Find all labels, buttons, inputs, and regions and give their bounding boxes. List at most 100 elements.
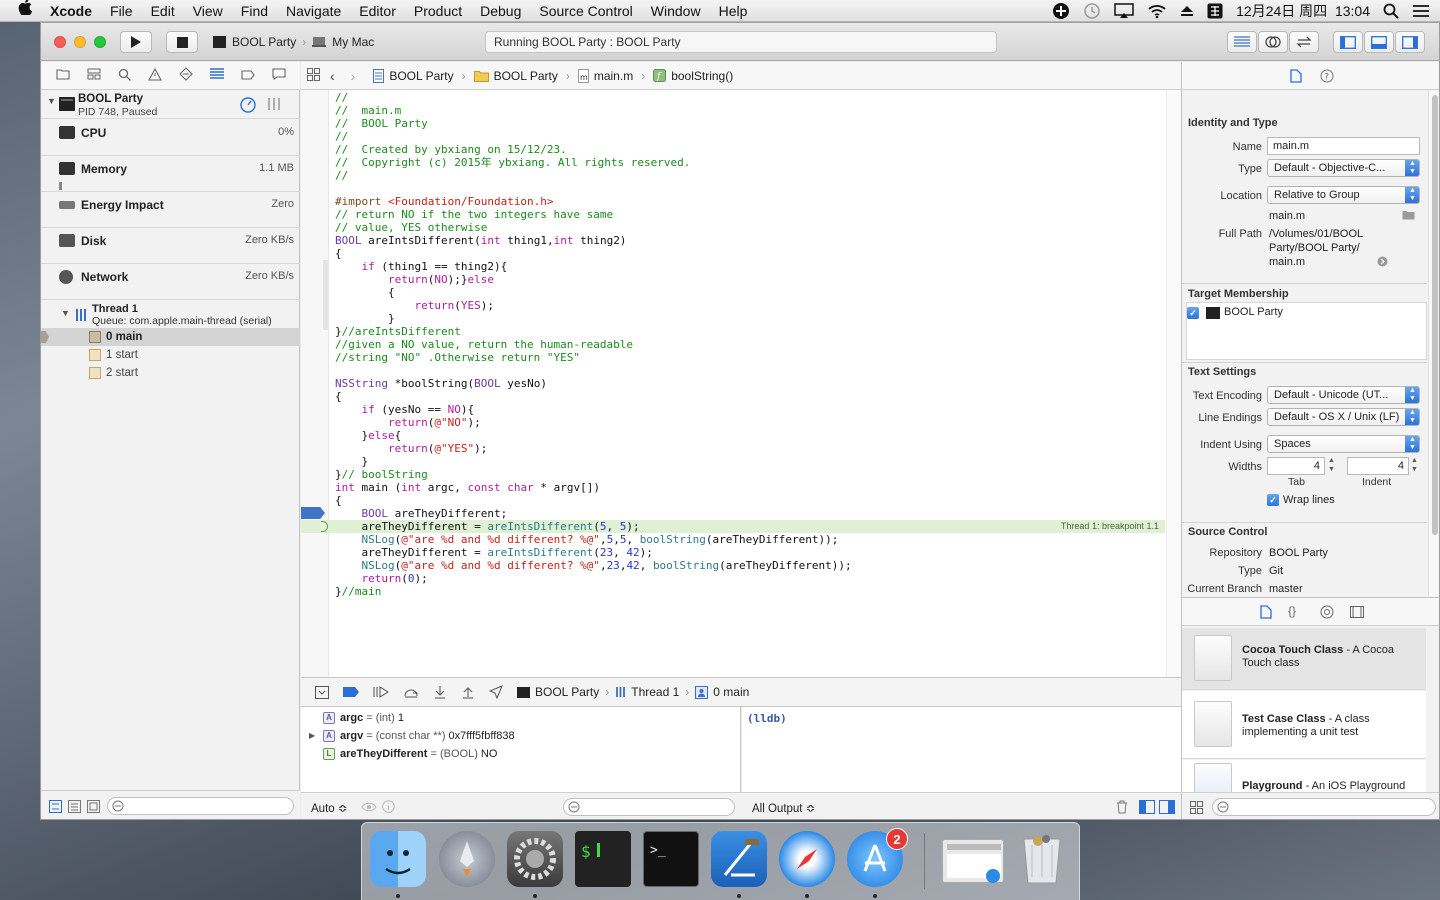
quick-help-icon[interactable]: ? [1320, 69, 1334, 83]
code-line[interactable]: // BOOL Party [335, 117, 852, 130]
toggle-debug-area-button[interactable] [1364, 31, 1394, 53]
grid-view-icon[interactable] [1190, 801, 1203, 814]
object-library-icon[interactable] [1320, 605, 1334, 619]
breakpoint-marker[interactable] [301, 507, 325, 519]
console-output-popup[interactable]: All Output ≎ [752, 801, 815, 815]
variable-row[interactable]: ▶ A argv = (const char **) 0x7fff5fbff83… [301, 727, 741, 745]
eye-icon[interactable] [361, 801, 377, 813]
code-line[interactable]: ​ [335, 182, 852, 195]
filter-queues-icon[interactable] [68, 800, 81, 813]
stop-button[interactable] [166, 31, 198, 53]
menu-edit[interactable]: Edit [142, 0, 184, 22]
console-view[interactable]: (lldb) [742, 707, 1181, 792]
step-out-icon[interactable] [461, 685, 475, 699]
location-popup[interactable]: Relative to Group ▲ ▼ [1267, 186, 1420, 204]
breakpoints-toggle-icon[interactable] [343, 687, 359, 697]
menu-xcode[interactable]: Xcode [41, 0, 101, 22]
variables-view[interactable]: A argc = (int) 1 ▶ A argv = (const char … [301, 707, 741, 792]
code-line[interactable]: #import <Foundation/Foundation.h> [335, 195, 852, 208]
indent-using-popup[interactable]: Spaces ▲ ▼ [1267, 435, 1420, 453]
target-checkbox[interactable]: ✓ [1187, 307, 1199, 319]
menu-view[interactable]: View [184, 0, 232, 22]
code-line[interactable]: // main.m [335, 104, 852, 117]
search-icon[interactable] [118, 68, 131, 84]
menu-navigate[interactable]: Navigate [277, 0, 350, 22]
file-template-icon[interactable] [1260, 605, 1272, 619]
code-line[interactable]: int main (int argc, const char * argv[]) [335, 481, 852, 494]
library-item[interactable]: Cocoa Touch Class - A Cocoa Touch class [1182, 628, 1426, 690]
code-line[interactable]: // [335, 130, 852, 143]
run-button[interactable] [120, 31, 152, 53]
zoom-window-button[interactable] [94, 36, 106, 48]
code-line[interactable]: ​ [335, 364, 852, 377]
time-machine-icon[interactable] [1083, 2, 1101, 20]
code-line[interactable]: }// boolString [335, 468, 852, 481]
thread-row[interactable]: ▼ Thread 1 Queue: com.apple.main-thread … [41, 302, 300, 328]
code-line[interactable]: { [335, 494, 852, 507]
filter-threads-icon[interactable] [49, 800, 62, 813]
code-line[interactable]: if (yesNo == NO){ [335, 403, 852, 416]
name-field[interactable]: main.m [1267, 137, 1420, 155]
report-navigator-icon[interactable] [271, 68, 286, 83]
menu-file[interactable]: File [101, 0, 142, 22]
spotlight-icon[interactable] [1383, 3, 1399, 19]
code-line[interactable]: // return NO if the two integers have sa… [335, 208, 852, 221]
menu-source-control[interactable]: Source Control [530, 0, 641, 22]
input-method-icon[interactable] [1207, 3, 1223, 19]
code-snippet-icon[interactable]: {} [1288, 604, 1296, 618]
disclosure-triangle-icon[interactable]: ▼ [61, 308, 70, 318]
scroll-thumb[interactable] [1432, 95, 1438, 535]
step-over-icon[interactable] [403, 686, 419, 698]
gauge-disk[interactable]: Disk Zero KB/s [41, 228, 300, 264]
editor-gutter[interactable] [301, 90, 329, 677]
jump-file[interactable]: m main.m [577, 68, 633, 83]
file-inspector-icon[interactable] [1290, 69, 1302, 83]
trash-dock-icon[interactable] [1014, 831, 1070, 887]
show-variables-icon[interactable] [1139, 800, 1155, 814]
info-icon[interactable] [382, 800, 395, 813]
variable-row[interactable]: A argc = (int) 1 [301, 709, 741, 727]
gauge-cpu[interactable]: CPU 0% [41, 120, 300, 156]
stack-frame[interactable]: 2 start [41, 364, 300, 382]
choose-folder-icon[interactable] [1402, 210, 1415, 220]
library-item[interactable]: Test Case Class - A class implementing a… [1182, 691, 1426, 759]
variables-scope-popup[interactable]: Auto ≎ [311, 801, 348, 815]
standard-editor-button[interactable] [1227, 31, 1257, 53]
wifi-icon[interactable] [1147, 3, 1167, 19]
jump-project[interactable]: BOOL Party [373, 68, 454, 83]
indent-width-stepper[interactable]: ▲ ▼ [1411, 456, 1418, 474]
hide-debug-area-icon[interactable] [315, 685, 329, 699]
trash-icon[interactable] [1116, 800, 1128, 814]
clock[interactable]: 12月24日 周四 13:04 [1236, 1, 1370, 21]
tab-width-stepper[interactable]: ▲ ▼ [1328, 456, 1335, 474]
system-preferences-icon[interactable] [507, 831, 563, 887]
close-window-button[interactable] [54, 36, 66, 48]
code-line[interactable]: // [335, 169, 852, 182]
code-line[interactable]: return(@"YES"); [335, 442, 852, 455]
terminal-second-icon[interactable]: >_ [643, 831, 699, 887]
eject-icon[interactable] [1180, 4, 1194, 18]
status-app-icon[interactable] [1052, 2, 1070, 20]
jump-symbol[interactable]: f boolString() [653, 69, 733, 83]
code-line[interactable]: { [335, 247, 852, 260]
code-line[interactable]: }else{ [335, 429, 852, 442]
xcode-dock-icon[interactable] [711, 831, 767, 887]
related-items-icon[interactable] [307, 67, 320, 84]
library-filter-field[interactable] [1212, 798, 1436, 816]
reveal-in-finder-icon[interactable] [1377, 256, 1388, 267]
editor-scrollbar[interactable] [1166, 90, 1181, 677]
code-line[interactable]: return(YES); [335, 299, 852, 312]
test-diamond-icon[interactable] [178, 67, 193, 84]
menu-product[interactable]: Product [405, 0, 471, 22]
code-line[interactable]: { [335, 390, 852, 403]
gauge-memory[interactable]: Memory 1.1 MB [41, 156, 300, 192]
encoding-popup[interactable]: Default - Unicode (UT... ▲ ▼ [1267, 386, 1420, 404]
inspector-scrollbar[interactable] [1428, 91, 1439, 596]
process-row[interactable]: ▼ BOOL Party PID 748, Paused [41, 91, 300, 119]
launchpad-icon[interactable] [439, 831, 495, 887]
file-type-popup[interactable]: Default - Objective-C... ▲ ▼ [1267, 159, 1420, 177]
stack-frame[interactable]: 1 start [41, 346, 300, 364]
code-line[interactable]: NSString *boolString(BOOL yesNo) [335, 377, 852, 390]
code-line[interactable]: NSLog(@"are %d and %d different? %@",23,… [335, 559, 852, 572]
apple-menu[interactable] [0, 0, 41, 22]
